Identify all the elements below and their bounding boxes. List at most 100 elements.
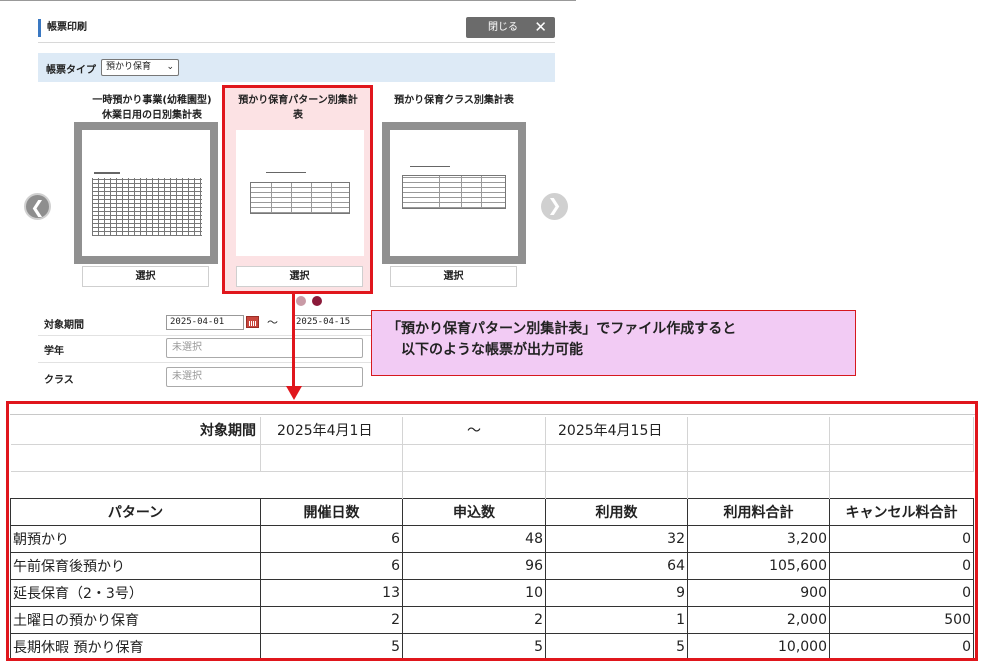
preview-grid: [92, 178, 202, 236]
empty-cell: [687, 471, 830, 498]
usage-cell: 1: [545, 606, 688, 634]
date-to-input[interactable]: 2025-04-15: [292, 315, 372, 330]
grade-select[interactable]: 未選択: [166, 338, 363, 358]
carousel-dot-2[interactable]: [312, 296, 322, 306]
class-select[interactable]: 未選択: [166, 367, 363, 387]
usage-cell: 64: [545, 552, 688, 580]
select-button-daily[interactable]: 選択: [82, 266, 209, 287]
select-button-class[interactable]: 選択: [390, 266, 517, 287]
days-cell: 13: [260, 579, 403, 607]
card-title-daily: 一時預かり事業(幼稚園型) 休業日用の日別集計表: [72, 93, 232, 123]
table-row: 朝預かり 6 48 32 3,200 0: [10, 525, 974, 553]
card-preview-daily[interactable]: [74, 122, 218, 264]
days-cell: 5: [260, 633, 403, 658]
selected-card-frame: [222, 85, 373, 294]
pattern-cell: 延長保育（2・3号）: [10, 579, 261, 607]
form-type-label: 帳票タイプ: [46, 65, 96, 76]
empty-cell: [260, 471, 403, 498]
chevron-down-icon: ⌄: [166, 62, 174, 72]
table-row: 長期休暇 預かり保育 5 5 5 10,000 0: [10, 633, 974, 658]
annotation-callout: 「預かり保育パターン別集計表」でファイル作成すると 以下のような帳票が出力可能: [371, 310, 856, 376]
callout-line: 以下のような帳票が出力可能: [401, 342, 583, 358]
carousel-dot-1[interactable]: [296, 296, 306, 306]
column-header: パターン: [10, 497, 261, 526]
table-row: 午前保育後預かり 6 96 64 105,600 0: [10, 552, 974, 580]
period-row: 対象期間 2025年4月1日 ～ 2025年4月15日: [10, 417, 974, 445]
preview-paper: [390, 130, 518, 256]
blank-row: [11, 471, 974, 498]
cancel-fee-cell: 0: [829, 525, 974, 553]
card-title-line: 休業日用の日別集計表: [102, 110, 202, 121]
days-cell: 6: [260, 552, 403, 580]
empty-cell: [402, 444, 546, 472]
usage-cell: 5: [545, 633, 688, 658]
carousel-next-button[interactable]: ❯: [541, 193, 568, 220]
grade-label: 学年: [44, 346, 64, 357]
date-separator: ～: [267, 316, 278, 329]
date-from-input[interactable]: 2025-04-01: [166, 315, 244, 330]
form-type-select[interactable]: 預かり保育 ⌄: [101, 59, 179, 76]
empty-cell: [545, 471, 688, 498]
report-period-separator: ～: [402, 417, 546, 445]
report-sheet: 対象期間 2025年4月1日 ～ 2025年4月15日 パターン 開催日数 申込…: [10, 414, 975, 658]
close-label: 閉じる: [488, 22, 518, 33]
chevron-left-icon: ❮: [30, 198, 45, 218]
fee-total-cell: 3,200: [687, 525, 830, 553]
fee-total-cell: 2,000: [687, 606, 830, 634]
table-row: 延長保育（2・3号） 13 10 9 900 0: [10, 579, 974, 607]
cancel-fee-cell: 0: [829, 579, 974, 607]
column-header: 申込数: [402, 497, 546, 526]
callout-line: 「預かり保育パターン別集計表」でファイル作成すると: [387, 321, 737, 337]
arrow-down-icon: [286, 386, 302, 400]
preview-heading: [94, 172, 120, 174]
pattern-cell: 長期休暇 預かり保育: [10, 633, 261, 658]
cancel-fee-cell: 500: [829, 606, 974, 634]
column-header: 開催日数: [260, 497, 403, 526]
empty-cell: [260, 444, 403, 472]
empty-cell: [687, 417, 830, 445]
usage-cell: 32: [545, 525, 688, 553]
blank-row: [10, 444, 974, 472]
applications-cell: 48: [402, 525, 546, 553]
print-header: 帳票印刷 閉じる ✕: [38, 17, 555, 43]
empty-cell: [830, 471, 974, 498]
sheet-gridline: [10, 414, 975, 415]
pattern-cell: 午前保育後預かり: [10, 552, 261, 580]
close-button[interactable]: 閉じる ✕: [466, 17, 555, 38]
cancel-fee-cell: 0: [829, 552, 974, 580]
row-divider: [38, 335, 375, 336]
fee-total-cell: 900: [687, 579, 830, 607]
days-cell: 2: [260, 606, 403, 634]
column-header: キャンセル料合計: [829, 497, 974, 526]
preview-paper: [82, 130, 210, 256]
report-period-label: 対象期間: [10, 417, 261, 445]
calendar-icon[interactable]: [246, 316, 259, 328]
empty-cell: [829, 444, 974, 472]
empty-cell: [402, 471, 546, 498]
fee-total-cell: 10,000: [687, 633, 830, 658]
applications-cell: 2: [402, 606, 546, 634]
card-preview-class[interactable]: [382, 122, 526, 264]
report-period-to: 2025年4月15日: [545, 417, 688, 445]
empty-cell: [545, 444, 688, 472]
arrow-shaft: [292, 292, 295, 388]
report-preview: 対象期間 2025年4月1日 ～ 2025年4月15日 パターン 開催日数 申込…: [6, 401, 978, 661]
empty-cell: [687, 444, 830, 472]
empty-cell: [829, 417, 974, 445]
carousel-prev-button[interactable]: ❮: [24, 193, 51, 220]
preview-grid: [402, 175, 506, 209]
empty-cell: [10, 444, 261, 472]
form-type-bar: 帳票タイプ 預かり保育 ⌄: [38, 53, 555, 82]
column-header: 利用数: [545, 497, 688, 526]
applications-cell: 5: [402, 633, 546, 658]
card-title-line: 一時預かり事業(幼稚園型): [92, 95, 212, 106]
chevron-right-icon: ❯: [547, 196, 562, 216]
page-title: 帳票印刷: [38, 19, 87, 37]
card-title-class: 預かり保育クラス別集計表: [382, 93, 526, 108]
fee-total-cell: 105,600: [687, 552, 830, 580]
applications-cell: 96: [402, 552, 546, 580]
top-divider: [0, 0, 576, 1]
pattern-cell: 朝預かり: [10, 525, 261, 553]
period-label: 対象期間: [44, 320, 84, 331]
class-label: クラス: [44, 375, 74, 386]
